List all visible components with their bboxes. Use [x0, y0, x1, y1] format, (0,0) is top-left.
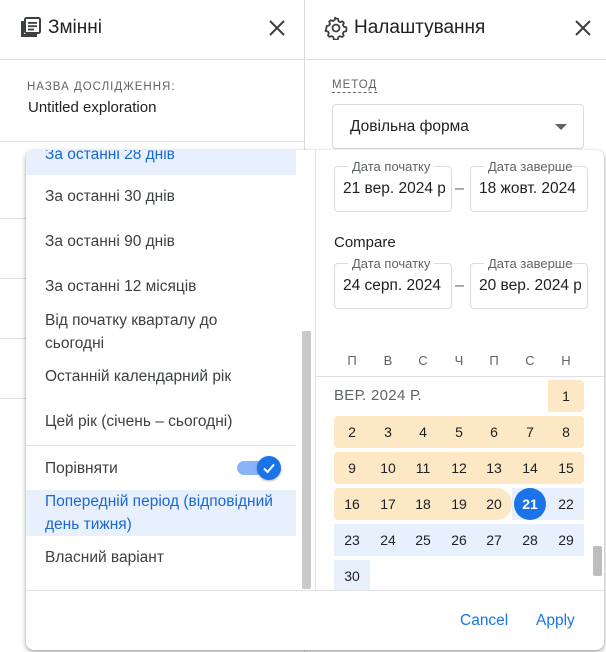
weekday-sun: Н: [561, 353, 571, 368]
end-date-label: Дата завершення: [484, 159, 572, 174]
calendar-day-20[interactable]: 20: [476, 488, 512, 520]
calendar-day-11[interactable]: 11: [405, 452, 441, 484]
divider: [316, 376, 604, 377]
calendar-day-16[interactable]: 16: [334, 488, 370, 520]
method-label: МЕТОД: [332, 79, 378, 93]
calendar-day-3[interactable]: 3: [370, 416, 406, 448]
calendar-day-25[interactable]: 25: [405, 524, 441, 556]
preset-last-calendar-year[interactable]: Останній календарний рік: [26, 365, 296, 388]
start-date-field[interactable]: Дата початку 21 вер. 2024 р.: [334, 159, 452, 212]
calendar-day-24[interactable]: 24: [370, 524, 406, 556]
settings-header: Налаштування: [306, 0, 606, 60]
calendar-day-21[interactable]: 21: [512, 488, 548, 520]
method-select[interactable]: Довільна форма: [332, 104, 584, 149]
preset-year-to-date[interactable]: Цей рік (січень – сьогодні): [26, 410, 296, 433]
gear-icon: [324, 16, 348, 40]
variables-title: Змінні: [48, 17, 102, 38]
calendar-day-28[interactable]: 28: [512, 524, 548, 556]
close-icon[interactable]: [573, 18, 593, 38]
calendar-day-2[interactable]: 2: [334, 416, 370, 448]
weekday-mon: П: [347, 353, 357, 368]
compare-end-date-field[interactable]: Дата завершення 20 вер. 2024 р.: [470, 256, 588, 309]
preset-last-90-days[interactable]: За останні 90 днів: [26, 230, 296, 253]
calendar-day-22[interactable]: 22: [548, 488, 584, 520]
range-dash: –: [455, 180, 464, 197]
compare-end-value: 20 вер. 2024 р.: [479, 277, 581, 294]
month-label: ВЕР. 2024 Р.: [334, 387, 422, 404]
calendar-day-12[interactable]: 12: [441, 452, 477, 484]
exploration-name[interactable]: Untitled exploration: [28, 99, 156, 116]
variables-header: Змінні: [0, 0, 304, 60]
exploration-name-label: НАЗВА ДОСЛІДЖЕННЯ:: [27, 81, 176, 93]
apply-button[interactable]: Apply: [536, 612, 575, 630]
calendar-day-30[interactable]: 30: [334, 560, 370, 590]
cancel-button[interactable]: Cancel: [460, 612, 508, 630]
calendar-day-14[interactable]: 14: [512, 452, 548, 484]
calendar-day-10[interactable]: 10: [370, 452, 406, 484]
calendar-day-27[interactable]: 27: [476, 524, 512, 556]
preset-last-28-days[interactable]: За останні 28 днів: [26, 150, 296, 175]
divider: [0, 141, 305, 142]
picker-footer: Cancel Apply: [26, 590, 604, 650]
settings-title: Налаштування: [354, 17, 486, 38]
preset-last-30-days[interactable]: За останні 30 днів: [26, 185, 296, 208]
calendar-day-29[interactable]: 29: [548, 524, 584, 556]
calendar-day-15[interactable]: 15: [548, 452, 584, 484]
start-date-label: Дата початку: [348, 159, 435, 174]
divider: [26, 445, 296, 446]
close-icon[interactable]: [267, 18, 287, 38]
calendar-area: Дата початку 21 вер. 2024 р. – Дата заве…: [315, 150, 604, 590]
calendar-day-5[interactable]: 5: [441, 416, 477, 448]
start-date-value: 21 вер. 2024 р.: [343, 180, 445, 197]
calendar-day-9[interactable]: 9: [334, 452, 370, 484]
calendar-day-23[interactable]: 23: [334, 524, 370, 556]
calendar-day-17[interactable]: 17: [370, 488, 406, 520]
calendar-day-6[interactable]: 6: [476, 416, 512, 448]
method-value: Довільна форма: [350, 118, 469, 135]
calendar-day-7[interactable]: 7: [512, 416, 548, 448]
calendar-day-4[interactable]: 4: [405, 416, 441, 448]
check-icon: [263, 463, 275, 474]
compare-custom[interactable]: Власний варіант: [26, 546, 296, 569]
calendar-day-18[interactable]: 18: [405, 488, 441, 520]
calendar-day-26[interactable]: 26: [441, 524, 477, 556]
weekday-tue: В: [383, 353, 393, 368]
compare-previous-period[interactable]: Попередній період (відповідний день тижн…: [26, 490, 296, 536]
compare-range-dash: –: [455, 277, 464, 294]
calendar-scrollbar[interactable]: [593, 546, 602, 576]
weekday-wed: С: [418, 353, 428, 368]
toggle-knob: [257, 456, 281, 480]
preset-last-12-months[interactable]: За останні 12 місяців: [26, 275, 296, 298]
weekday-fri: П: [489, 353, 499, 368]
weekday-sat: С: [525, 353, 535, 368]
end-date-field[interactable]: Дата завершення 18 жовт. 2024 р.: [470, 159, 588, 212]
end-date-value: 18 жовт. 2024 р.: [479, 180, 581, 197]
calendar-day-19[interactable]: 19: [441, 488, 477, 520]
date-range-picker: За останні 28 днів За останні 30 днів За…: [26, 150, 604, 650]
compare-title: Compare: [334, 234, 396, 251]
dropdown-arrow-icon: [555, 124, 567, 130]
calendar-day-1[interactable]: 1: [548, 380, 584, 412]
compare-end-label: Дата завершення: [484, 256, 572, 271]
date-presets-list: За останні 28 днів За останні 30 днів За…: [26, 150, 315, 590]
calendar-day-8[interactable]: 8: [548, 416, 584, 448]
list-doc-icon: [21, 17, 41, 37]
compare-toggle[interactable]: [237, 456, 281, 480]
weekday-thu: Ч: [454, 353, 464, 368]
calendar-day-13[interactable]: 13: [476, 452, 512, 484]
compare-start-label: Дата початку: [348, 256, 435, 271]
compare-start-value: 24 серп. 2024 р.: [343, 277, 445, 294]
presets-scrollbar[interactable]: [302, 331, 311, 589]
compare-start-date-field[interactable]: Дата початку 24 серп. 2024 р.: [334, 256, 452, 309]
preset-quarter-to-date[interactable]: Від початку кварталу до сьогодні: [26, 309, 241, 355]
